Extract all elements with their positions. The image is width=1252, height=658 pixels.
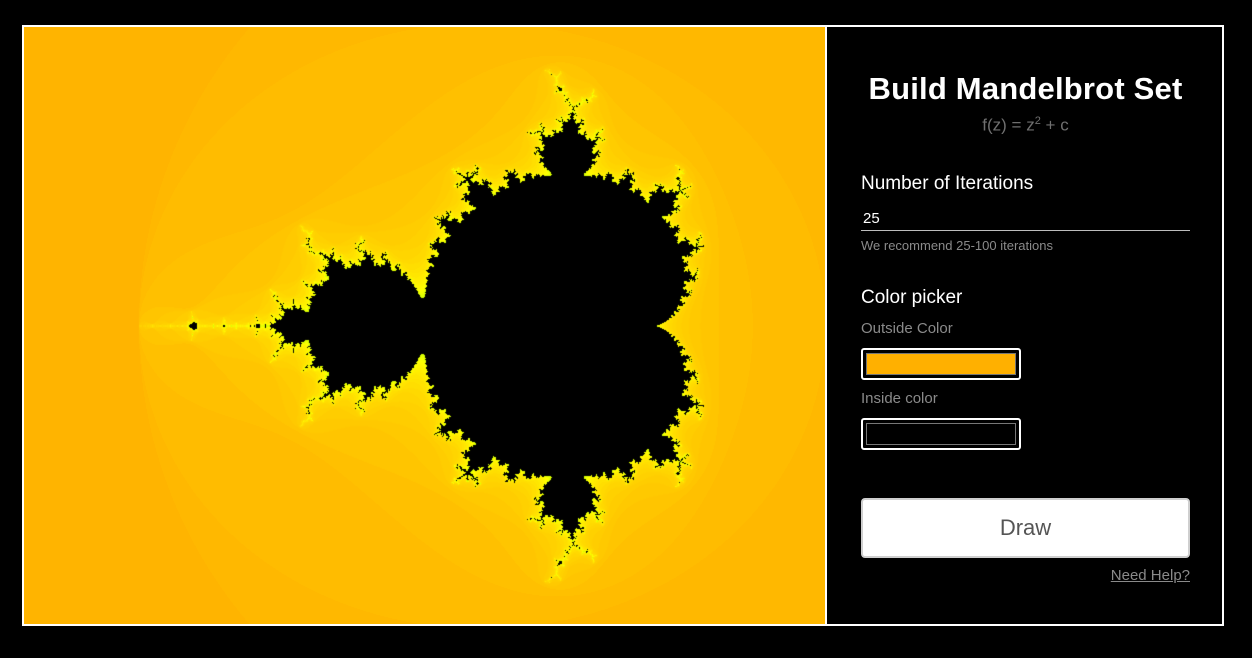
page-title: Build Mandelbrot Set xyxy=(868,71,1183,106)
iterations-hint: We recommend 25-100 iterations xyxy=(861,237,1053,253)
need-help-link[interactable]: Need Help? xyxy=(1111,567,1190,584)
outside-color-swatch xyxy=(866,352,1016,375)
iterations-input[interactable] xyxy=(861,207,1190,231)
control-panel: Build Mandelbrot Set f(z) = z2 + c Numbe… xyxy=(827,27,1222,624)
app-frame: Build Mandelbrot Set f(z) = z2 + c Numbe… xyxy=(22,25,1224,626)
inside-color-picker[interactable] xyxy=(861,417,1021,450)
outside-color-picker[interactable] xyxy=(861,347,1021,380)
iterations-label: Number of Iterations xyxy=(861,172,1034,194)
formula-base: f(z) = z xyxy=(982,115,1035,135)
outside-color-label: Outside Color xyxy=(861,319,953,337)
draw-button[interactable]: Draw xyxy=(861,497,1190,558)
inside-color-label: Inside color xyxy=(861,389,938,407)
formula-text: f(z) = z2 + c xyxy=(861,111,1190,136)
color-picker-heading: Color picker xyxy=(861,286,963,308)
formula-tail: + c xyxy=(1040,115,1069,135)
inside-color-swatch xyxy=(866,422,1016,445)
mandelbrot-canvas-area xyxy=(24,27,827,624)
mandelbrot-canvas[interactable] xyxy=(24,27,825,624)
